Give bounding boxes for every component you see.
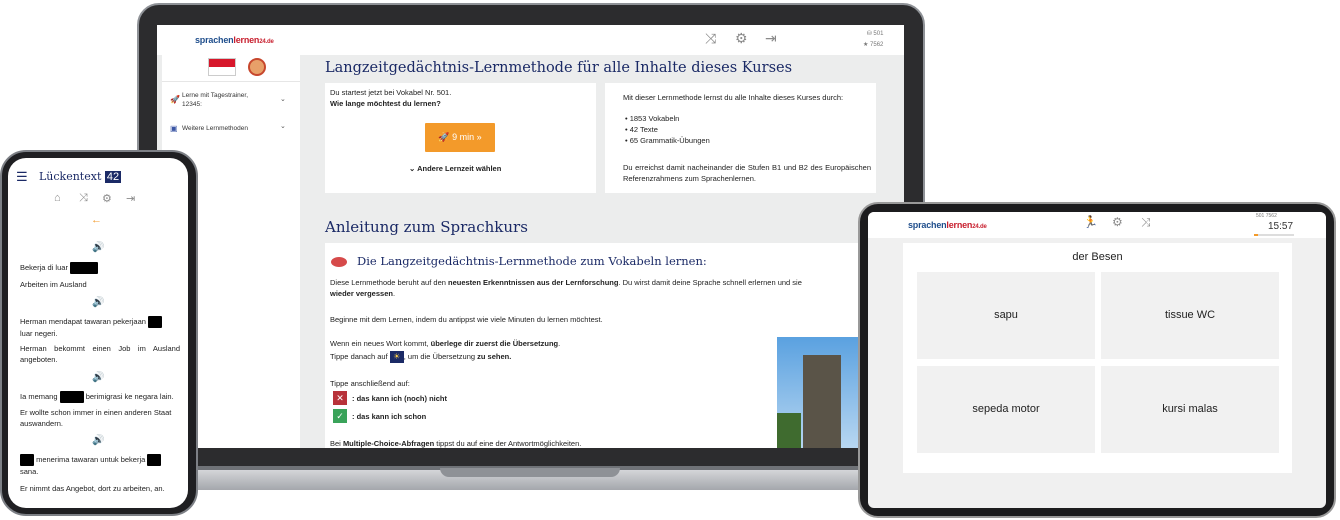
gap-box[interactable] [148, 316, 163, 329]
rocket-icon: 🚀 [170, 95, 180, 104]
phone-screen: ☰ Lückentext 42 ⌂ ⤨ ⚙ ⇥ ← 🔊 Bekerja di l… [8, 158, 188, 508]
paragraph-3: Wenn ein neues Wort kommt, überlege dir … [330, 339, 561, 348]
laptop-screen: sprachenlernen24.de ⤨ ⚙ ⇥ ⛁ 501 ★ 7562 🚀… [157, 25, 904, 448]
speaker-icon[interactable]: 🔊 [92, 242, 104, 253]
chevron-down-icon[interactable]: ⌄ [280, 95, 286, 103]
avatar[interactable] [248, 58, 266, 76]
answer-choice[interactable]: tissue WC [1101, 272, 1279, 359]
sentence-4: menerima tawaran untuk bekerja sana. [20, 454, 180, 477]
info-card: Mit dieser Lernmethode lernst du alle In… [605, 83, 876, 193]
menu-icon[interactable]: ☰ [16, 169, 28, 185]
option-no: : das kann ich (noch) nicht [352, 394, 448, 403]
gear-icon[interactable]: ⚙ [102, 192, 112, 205]
tree-shape [777, 413, 801, 448]
paragraph-2: Beginne mit dem Lernen, indem du antipps… [330, 315, 603, 324]
home-icon[interactable]: ⌂ [54, 192, 61, 204]
info-intro: Mit dieser Lernmethode lernst du alle In… [623, 93, 844, 102]
sentence-3: Ia memang berimigrasi ke negara lain. [20, 391, 185, 404]
stats: ⛁ 501 ★ 7562 [863, 29, 883, 51]
cross-icon: ✕ [333, 391, 347, 405]
list-item: • 42 Texte [625, 125, 658, 134]
start-learning-button[interactable]: 🚀 9 min » [425, 123, 495, 152]
flag-indonesia-icon[interactable] [208, 58, 236, 76]
quiz-word: der Besen [1072, 251, 1123, 263]
quiz-card: der Besen sapu tissue WC sepeda motor ku… [903, 243, 1292, 473]
translation-2: Herman bekommt einen Job im Ausland ange… [20, 344, 180, 364]
answer-choice[interactable]: kursi malas [1101, 366, 1279, 453]
start-card: Du startest jetzt bei Vokabel Nr. 501. W… [325, 83, 596, 193]
subsection-title: Die Langzeitgedächtnis-Lernmethode zum V… [357, 254, 707, 268]
page-title: Langzeitgedächtnis-Lernmethode für alle … [325, 60, 793, 76]
progress-bar [1254, 234, 1294, 236]
sentence-2: Herman mendapat tawaran pekerjaan luar n… [20, 316, 180, 339]
progress-fill [1254, 234, 1258, 236]
site-logo[interactable]: sprachenlernen24.de [195, 35, 274, 45]
option-yes: : das kann ich schon [352, 412, 427, 421]
sidebar-item-tagestrainer[interactable]: Lerne mit Tagestrainer, 12345: [182, 91, 267, 109]
phone-title: Lückentext 42 [39, 170, 122, 183]
translation-4: Er nimmt das Angebot, dort zu arbeiten, … [20, 484, 165, 493]
logout-icon[interactable]: ⇥ [126, 192, 135, 205]
laptop-notch [440, 468, 620, 477]
timer: 15:57 [1268, 221, 1294, 232]
translation-3: Er wollte schon immer in einen anderen S… [20, 408, 172, 428]
book-icon: ▣ [170, 124, 178, 133]
paragraph-4: Tippe danach auf ☀, um die Übersetzung z… [330, 351, 512, 364]
gap-box[interactable] [147, 454, 162, 467]
section-title: Anleitung zum Sprachkurs [325, 218, 528, 236]
other-time-link[interactable]: ⌄ Andere Lernzeit wählen [409, 163, 501, 174]
logout-icon[interactable]: ⇥ [765, 30, 777, 47]
tablet-screen: sprachenlernen24.de 🏃 ⚙ ⤨ 501 7562 15:57… [868, 212, 1326, 508]
list-item: • 1853 Vokabeln [625, 114, 680, 123]
list-item: • 65 Grammatik-Übungen [625, 136, 710, 145]
speaker-icon[interactable]: 🔊 [92, 372, 104, 383]
stat-stars: ★ 7562 [863, 42, 884, 48]
check-icon: ✓ [333, 409, 347, 423]
paragraph-6: Bei Multiple-Choice-Abfragen tippst du a… [330, 439, 582, 448]
gap-box[interactable] [20, 454, 34, 467]
sidebar-item-weitere[interactable]: Weitere Lernmethoden [182, 124, 248, 133]
shuffle-off-icon[interactable]: ⤨ [79, 192, 88, 205]
temple-image [777, 337, 862, 448]
shuffle-off-icon[interactable]: ⤨ [1141, 215, 1151, 230]
info-levels: Du erreichst damit nacheinander die Stuf… [623, 163, 871, 183]
count-badge: 42 [104, 171, 122, 183]
stats: 501 7562 [1256, 213, 1277, 219]
lightbulb-icon: ☀ [389, 351, 404, 364]
shuffle-off-icon[interactable]: ⤨ [705, 30, 716, 47]
hat-icon [331, 257, 347, 267]
back-arrow-icon[interactable]: ← [91, 214, 102, 226]
chevron-down-icon[interactable]: ⌄ [280, 122, 286, 130]
speaker-icon[interactable]: 🔊 [92, 297, 104, 308]
temple-gate-shape [803, 355, 841, 448]
gear-icon[interactable]: ⚙ [1112, 215, 1123, 229]
divider [162, 81, 300, 82]
answer-choice[interactable]: sapu [917, 272, 1095, 359]
site-logo[interactable]: sprachenlernen24.de [908, 220, 987, 230]
translation-1: Arbeiten im Ausland [20, 280, 87, 289]
sentence-1: Bekerja di luar [20, 262, 99, 275]
instructions-card: Die Langzeitgedächtnis-Lernmethode zum V… [325, 243, 885, 448]
gear-icon[interactable]: ⚙ [735, 30, 748, 47]
info-list: • 1853 Vokabeln • 42 Texte • 65 Grammati… [625, 113, 710, 146]
speaker-icon[interactable]: 🔊 [92, 435, 104, 446]
start-text: Du startest jetzt bei Vokabel Nr. 501. [330, 88, 452, 97]
paragraph-1: Diese Lernmethode beruht auf den neueste… [330, 278, 802, 298]
gap-box[interactable] [59, 391, 84, 404]
answer-choice[interactable]: sepeda motor [917, 366, 1095, 453]
gap-box[interactable] [70, 262, 99, 275]
stat-vocab: ⛁ 501 [866, 31, 884, 37]
run-icon[interactable]: 🏃 [1083, 215, 1098, 229]
question-text: Wie lange möchtest du lernen? [330, 99, 441, 108]
paragraph-5: Tippe anschließend auf: [330, 379, 410, 388]
